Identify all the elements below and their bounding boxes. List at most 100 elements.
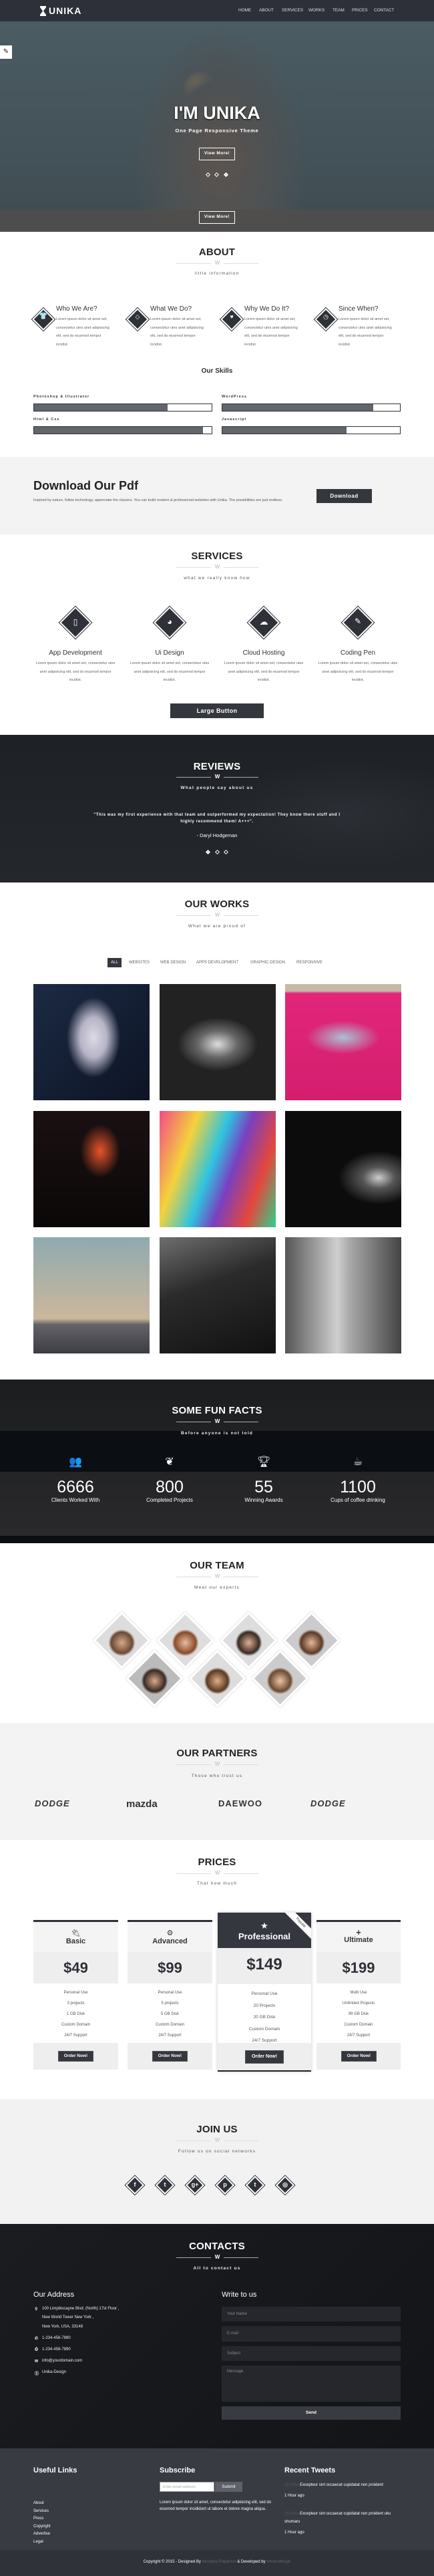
designer-link[interactable]: Veronika Poljakova	[202, 2560, 236, 2564]
work-item-5[interactable]	[160, 1111, 276, 1227]
feature-title: Why We Do It?	[244, 305, 290, 313]
price-card-basic: 🔌︎ Basic $49 Personal Use 3 projects 1 GB D…	[33, 1920, 118, 2070]
work-item-9[interactable]	[285, 1237, 401, 1353]
plug-icon: 🔌︎	[71, 1929, 81, 1937]
nav-about[interactable]: ABOUT	[259, 8, 274, 13]
prices-title: PRICES	[198, 1857, 236, 1868]
tweet-time: 1 Hour ago	[284, 2494, 304, 2498]
large-button[interactable]: Large Button	[170, 703, 264, 718]
filter-apps-development[interactable]: APPS DEVELOPMENT	[196, 958, 238, 967]
facebook-glyph[interactable]: f	[128, 2181, 142, 2188]
tumblr-glyph[interactable]: t	[248, 2181, 262, 2188]
section-divider: W	[176, 1762, 258, 1767]
subscribe-submit-button[interactable]: Submit	[215, 2482, 242, 2492]
section-divider: W	[176, 261, 258, 266]
facts-subtitle: Before anyone is not told	[180, 1431, 253, 1436]
plan-feature: 20 GB Disk	[253, 2015, 276, 2020]
plan-feature: Custom Domain	[155, 2023, 184, 2027]
footer-link-copyright[interactable]: Copyright	[33, 2525, 51, 2529]
nav-contact[interactable]: CONTACT	[374, 8, 394, 13]
skill-label: Javascript	[222, 418, 247, 422]
tweet-handle[interactable]: @Unika	[284, 2483, 298, 2487]
dribbble-glyph[interactable]: ◎	[278, 2181, 292, 2189]
review-dot-1-active[interactable]	[205, 849, 211, 855]
subscribe-email-input[interactable]: Enter email address	[160, 2482, 214, 2492]
fact-value: 1100	[340, 1478, 376, 1496]
pencil-glyph: ✎	[354, 617, 362, 626]
footer-link-services[interactable]: Services	[33, 2509, 49, 2513]
facts-band-bottom	[0, 1536, 434, 1543]
work-item-2[interactable]	[160, 984, 276, 1100]
order-now-button[interactable]: Order Now!	[341, 2051, 377, 2062]
slider-dot-2[interactable]	[214, 172, 220, 178]
coffee-icon: ☕︎	[353, 1456, 363, 1468]
nav-services[interactable]: SERVICES	[282, 8, 303, 13]
nav-works[interactable]: WORKS	[308, 8, 324, 13]
fact-awards: 🏆︎ 55 Winning Awards	[217, 1455, 310, 1503]
tweet: @Unika Excepteur sint occaecat cupidatat…	[284, 2510, 401, 2537]
google-plus-glyph[interactable]: g+	[188, 2181, 202, 2188]
tweet-handle[interactable]: @Unika	[284, 2512, 298, 2516]
work-item-7[interactable]	[33, 1237, 150, 1353]
nav-team[interactable]: TEAM	[333, 8, 345, 13]
pinterest-glyph[interactable]: p	[218, 2181, 232, 2188]
view-more-button-2[interactable]: View More!	[199, 211, 235, 224]
users-icon: 👥	[69, 1456, 82, 1468]
email-item[interactable]: ✉ info@yourdomain.com	[35, 2359, 82, 2364]
work-item-4[interactable]	[33, 1111, 150, 1227]
work-item-1[interactable]	[33, 984, 150, 1100]
filter-responsive[interactable]: RESPONSIVE	[296, 958, 322, 967]
nav-home[interactable]: HOME	[238, 8, 251, 13]
download-button[interactable]: Download	[316, 489, 372, 503]
name-input[interactable]: Your Name	[222, 2307, 401, 2321]
team-member-photo[interactable]	[93, 1611, 151, 1669]
view-more-button[interactable]: View More!	[199, 148, 235, 160]
service-text: Lorem ipsum dolor sit amet set, consecte…	[318, 661, 398, 682]
partner-logo-mazda[interactable]: mazda	[126, 1798, 158, 1810]
brand-logo[interactable]: UNIKA	[40, 5, 81, 16]
filter-all-active[interactable]: ALL	[107, 958, 122, 967]
skype-name[interactable]: Unika-Design	[42, 2370, 66, 2374]
slider-dot-3-active[interactable]	[223, 172, 229, 178]
nav-prices[interactable]: PRICES	[352, 8, 368, 13]
partner-logo-dodge-2[interactable]: DODGE	[310, 1798, 346, 1808]
footer-link-about[interactable]: About	[33, 2501, 44, 2505]
order-now-button[interactable]: Order Now!	[245, 2050, 284, 2064]
filter-graphic-design[interactable]: GRAPHIC DESIGN	[250, 958, 285, 967]
filter-websites[interactable]: WEBSITES	[129, 958, 150, 967]
plan-feature: 24/7 Support	[64, 2034, 87, 2038]
review-dot-2[interactable]	[214, 849, 220, 855]
send-button[interactable]: Send	[222, 2406, 401, 2420]
partner-logo-daewoo[interactable]: DAEWOO	[218, 1798, 262, 1808]
subject-input[interactable]: Subject	[222, 2346, 401, 2361]
footer-link-legal[interactable]: Legal	[33, 2540, 43, 2544]
envelope-icon: ✉	[35, 2360, 39, 2364]
work-item-8[interactable]	[160, 1237, 276, 1353]
section-divider: W	[176, 2138, 258, 2143]
filter-web-design[interactable]: WEB DESIGN	[160, 958, 186, 967]
slider-dot-1[interactable]	[205, 172, 211, 178]
join-title: JOIN US	[196, 2124, 238, 2135]
skill-bar	[222, 404, 401, 412]
printer-icon: ⎙	[35, 2348, 38, 2352]
skype-item[interactable]: Ⓢ Unika-Design	[35, 2370, 66, 2376]
developer-link[interactable]: Imransdesign	[266, 2560, 290, 2564]
twitter-glyph[interactable]: t	[158, 2181, 172, 2188]
feature-title: What We Do?	[150, 305, 192, 313]
style-switcher-brush-icon[interactable]: ✎	[0, 45, 12, 59]
order-now-button[interactable]: Order Now!	[58, 2051, 93, 2062]
message-textarea[interactable]: Message	[222, 2366, 401, 2402]
footer-link-advertise[interactable]: Advertise	[33, 2532, 50, 2536]
email-input[interactable]: E-mail	[222, 2326, 401, 2342]
partner-logo-dodge[interactable]: DODGE	[35, 1798, 70, 1808]
work-item-6[interactable]	[285, 1111, 401, 1227]
review-dot-3[interactable]	[223, 849, 229, 855]
email-address[interactable]: info@yourdomain.com	[42, 2359, 82, 2363]
section-divider: W	[176, 1574, 258, 1579]
copyright-mid: & Developed by	[237, 2560, 266, 2564]
feature-title: Who We Are?	[56, 305, 97, 313]
footer-link-press[interactable]: Press	[33, 2517, 43, 2521]
work-item-3[interactable]	[285, 984, 401, 1100]
order-now-button[interactable]: Order Now!	[152, 2051, 188, 2062]
service-text: Lorem ipsum dolor sit amet set, consecte…	[224, 661, 304, 682]
